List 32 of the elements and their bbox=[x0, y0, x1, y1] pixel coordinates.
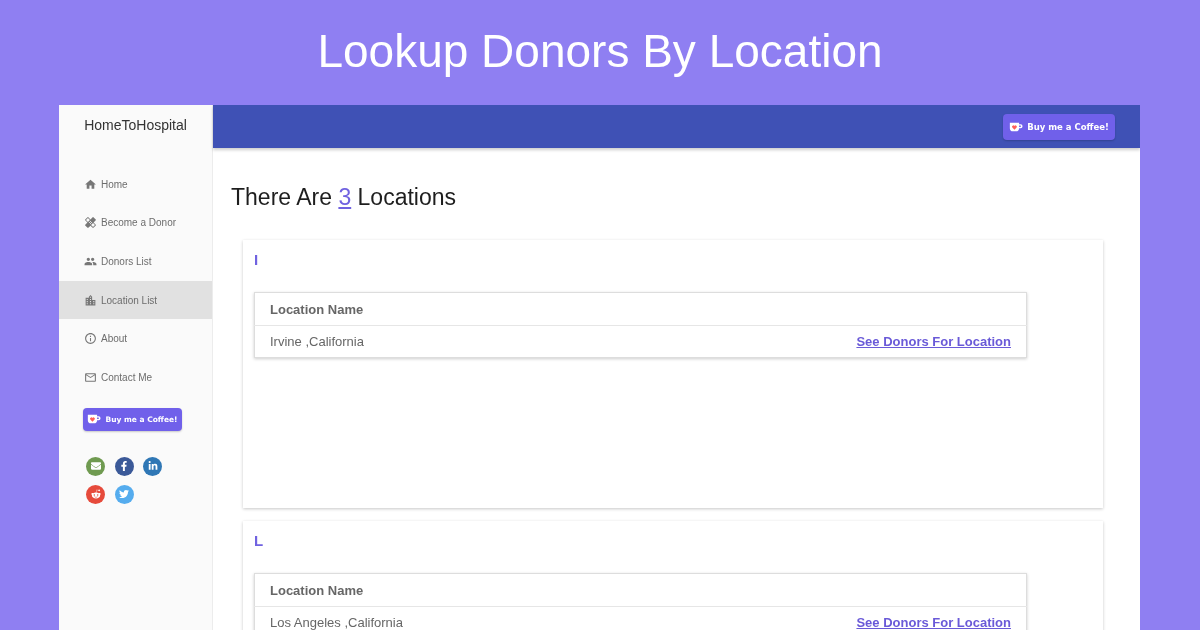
page-heading: There Are 3 Locations bbox=[231, 183, 457, 212]
table-cell: Irvine ,California bbox=[254, 325, 565, 358]
cup-icon bbox=[1009, 121, 1024, 132]
buy-coffee-button[interactable]: Buy me a Coffee! bbox=[1003, 113, 1115, 140]
location-count-link[interactable]: 3 bbox=[338, 184, 352, 210]
cup-icon bbox=[87, 414, 102, 425]
column-header: Location Name bbox=[254, 573, 617, 607]
group-letter: I bbox=[254, 251, 259, 269]
group-letter: L bbox=[254, 532, 264, 550]
nav-item[interactable]: About bbox=[59, 319, 212, 358]
nav-item[interactable]: Location List bbox=[59, 280, 212, 320]
banner-title: Lookup Donors By Location bbox=[317, 27, 883, 78]
envelope-icon bbox=[84, 370, 97, 384]
people-icon bbox=[84, 255, 97, 268]
home-icon bbox=[84, 177, 97, 191]
nav-item[interactable]: Contact Me bbox=[59, 357, 212, 397]
mail-icon[interactable] bbox=[86, 456, 105, 476]
see-donors-link[interactable]: See Donors For Location bbox=[856, 615, 1011, 630]
column-header: Location Name bbox=[254, 292, 565, 326]
nav-item[interactable]: Become a Donor bbox=[59, 203, 212, 243]
reddit-icon[interactable] bbox=[86, 484, 105, 504]
facebook-icon[interactable] bbox=[114, 456, 134, 476]
buildings-icon bbox=[84, 293, 97, 307]
twitter-icon[interactable] bbox=[114, 484, 134, 504]
table-cell: Los Angeles ,California bbox=[254, 606, 617, 630]
bandage-icon bbox=[84, 216, 97, 230]
nav-item[interactable]: Donors List bbox=[59, 242, 212, 281]
linkedin-icon[interactable] bbox=[143, 456, 162, 476]
see-donors-link[interactable]: See Donors For Location bbox=[856, 334, 1011, 349]
brand-name: HomeToHospital bbox=[84, 117, 187, 133]
info-icon bbox=[84, 332, 97, 346]
nav-item[interactable]: Home bbox=[59, 165, 212, 204]
